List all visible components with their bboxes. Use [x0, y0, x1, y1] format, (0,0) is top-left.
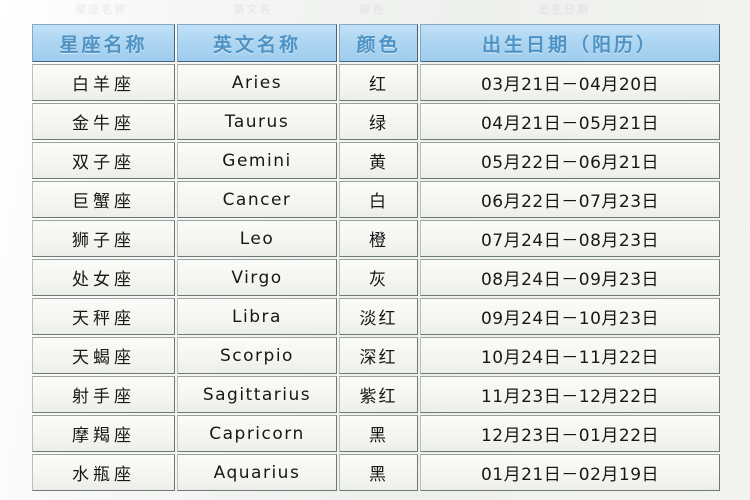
cell-english-name: Virgo [177, 259, 337, 296]
cell-birth-date: 11月23日－12月22日 [420, 376, 720, 413]
table-row: 射手座 Sagittarius 紫红 11月23日－12月22日 [32, 376, 720, 413]
cell-color-name: 紫红 [339, 376, 418, 413]
cell-english-name: Leo [177, 220, 337, 257]
ghost-cell-color: 颜色 [359, 4, 386, 16]
cell-zodiac-name: 天蝎座 [32, 337, 175, 374]
cell-english-name: Libra [177, 298, 337, 335]
cell-english-name: Capricorn [177, 415, 337, 452]
cell-english-name: Aquarius [177, 454, 337, 491]
table-row: 白羊座 Aries 红 03月21日－04月20日 [32, 64, 720, 101]
cell-color-name: 淡红 [339, 298, 418, 335]
cell-birth-date: 04月21日－05月21日 [420, 103, 720, 140]
cell-color-name: 黑 [339, 454, 418, 491]
cell-zodiac-name: 水瓶座 [32, 454, 175, 491]
cell-birth-date: 07月24日－08月23日 [420, 220, 720, 257]
table-row: 天蝎座 Scorpio 深红 10月24日－11月22日 [32, 337, 720, 374]
column-header-name: 星座名称 [32, 24, 175, 62]
ghost-cell-english: 英文名 [233, 4, 273, 16]
cell-birth-date: 05月22日－06月21日 [420, 142, 720, 179]
cell-color-name: 黄 [339, 142, 418, 179]
cell-zodiac-name: 巨蟹座 [32, 181, 175, 218]
table-body: 白羊座 Aries 红 03月21日－04月20日 金牛座 Taurus 绿 04月21日－0… [32, 64, 720, 491]
table-row: 摩羯座 Capricorn 黑 12月23日－01月22日 [32, 415, 720, 452]
cell-birth-date: 09月24日－10月23日 [420, 298, 720, 335]
cell-english-name: Scorpio [177, 337, 337, 374]
cell-birth-date: 06月22日－07月23日 [420, 181, 720, 218]
header-row: 星座名称 英文名称 颜色 出生日期（阳历） [32, 24, 720, 62]
cell-zodiac-name: 摩羯座 [32, 415, 175, 452]
cell-english-name: Cancer [177, 181, 337, 218]
column-header-english: 英文名称 [177, 24, 337, 62]
cell-color-name: 白 [339, 181, 418, 218]
cell-zodiac-name: 双子座 [32, 142, 175, 179]
cell-english-name: Gemini [177, 142, 337, 179]
cell-birth-date: 03月21日－04月20日 [420, 64, 720, 101]
cell-zodiac-name: 处女座 [32, 259, 175, 296]
cell-zodiac-name: 射手座 [32, 376, 175, 413]
cell-color-name: 黑 [339, 415, 418, 452]
table-row: 狮子座 Leo 橙 07月24日－08月23日 [32, 220, 720, 257]
table-row: 双子座 Gemini 黄 05月22日－06月21日 [32, 142, 720, 179]
cell-english-name: Taurus [177, 103, 337, 140]
cell-birth-date: 10月24日－11月22日 [420, 337, 720, 374]
cell-english-name: Aries [177, 64, 337, 101]
table-row: 巨蟹座 Cancer 白 06月22日－07月23日 [32, 181, 720, 218]
cell-english-name: Sagittarius [177, 376, 337, 413]
table-row: 处女座 Virgo 灰 08月24日－09月23日 [32, 259, 720, 296]
cell-zodiac-name: 狮子座 [32, 220, 175, 257]
zodiac-table-container: 星座名称 英文名称 颜色 出生日期（阳历） 白羊座 Aries 红 03月21日－04… [30, 22, 720, 493]
table-header: 星座名称 英文名称 颜色 出生日期（阳历） [32, 24, 720, 62]
cell-color-name: 灰 [339, 259, 418, 296]
cell-color-name: 红 [339, 64, 418, 101]
column-header-birthdate: 出生日期（阳历） [420, 24, 720, 62]
cell-color-name: 深红 [339, 337, 418, 374]
ghost-cell-date: 出生日期 [538, 4, 590, 16]
cell-color-name: 橙 [339, 220, 418, 257]
zodiac-table: 星座名称 英文名称 颜色 出生日期（阳历） 白羊座 Aries 红 03月21日－04… [30, 22, 722, 493]
ghost-cell-name: 星座名称 [75, 4, 128, 16]
table-row: 天秤座 Libra 淡红 09月24日－10月23日 [32, 298, 720, 335]
cell-zodiac-name: 金牛座 [32, 103, 175, 140]
cell-color-name: 绿 [339, 103, 418, 140]
cell-birth-date: 12月23日－01月22日 [420, 415, 720, 452]
cell-birth-date: 08月24日－09月23日 [420, 259, 720, 296]
column-header-color: 颜色 [339, 24, 418, 62]
clipped-row-remnant: 星座名称 英文名 颜色 出生日期 [30, 0, 716, 18]
table-row: 金牛座 Taurus 绿 04月21日－05月21日 [32, 103, 720, 140]
table-row: 水瓶座 Aquarius 黑 01月21日－02月19日 [32, 454, 720, 491]
cell-zodiac-name: 白羊座 [32, 64, 175, 101]
cell-zodiac-name: 天秤座 [32, 298, 175, 335]
cell-birth-date: 01月21日－02月19日 [420, 454, 720, 491]
